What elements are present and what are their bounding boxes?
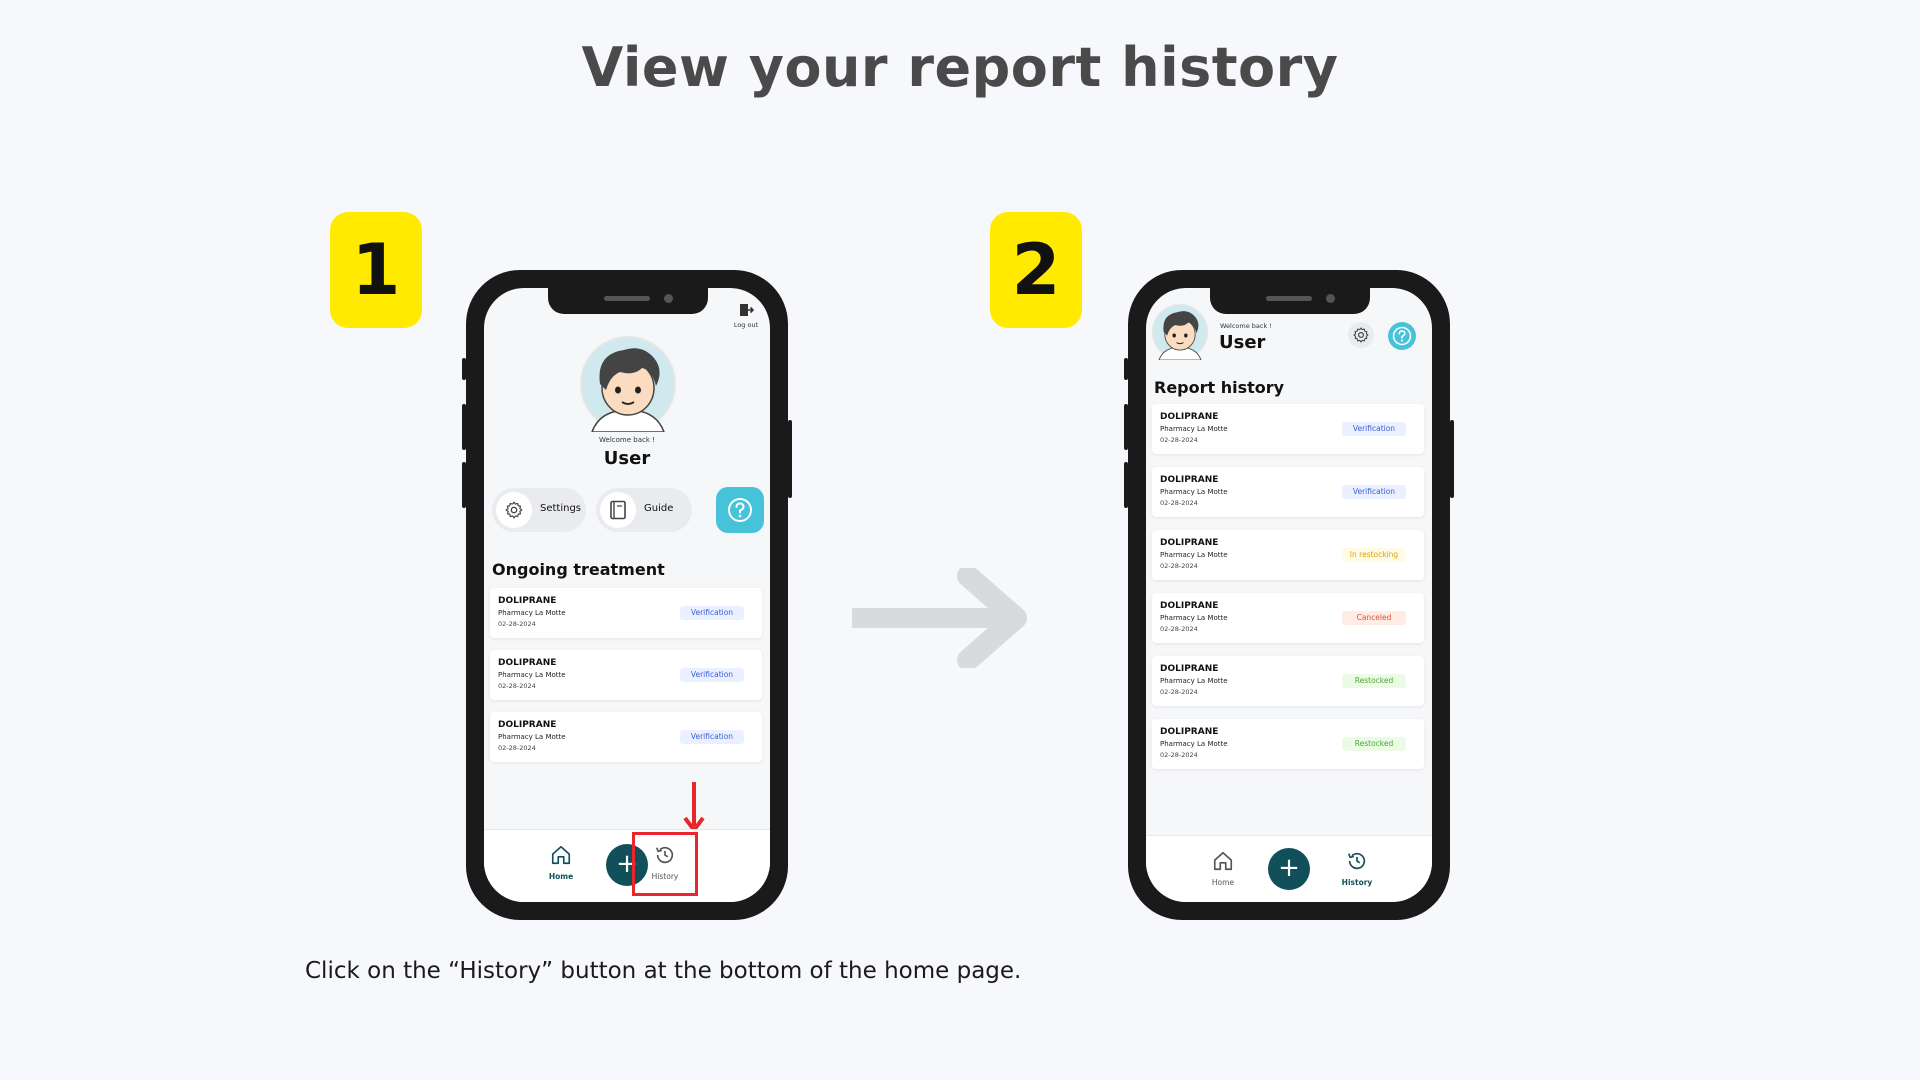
medicine-name: DOLIPRANE xyxy=(498,720,557,730)
tab-history[interactable]: History xyxy=(632,832,702,902)
medicine-name: DOLIPRANE xyxy=(1160,412,1219,422)
settings-button[interactable] xyxy=(1348,322,1374,348)
report-card[interactable]: DOLIPRANE Pharmacy La Motte 02-28-2024 R… xyxy=(1152,656,1424,706)
pharmacy-name: Pharmacy La Motte xyxy=(498,733,566,741)
status-badge: Restocked xyxy=(1342,737,1406,751)
medicine-name: DOLIPRANE xyxy=(498,596,557,606)
username: User xyxy=(1219,332,1266,353)
pharmacy-name: Pharmacy La Motte xyxy=(1160,551,1228,559)
avatar xyxy=(1152,304,1208,360)
status-badge: Verification xyxy=(680,668,744,682)
avatar xyxy=(580,336,676,432)
report-card[interactable]: DOLIPRANE Pharmacy La Motte 02-28-2024 V… xyxy=(1152,467,1424,517)
report-date: 02-28-2024 xyxy=(498,620,536,628)
report-date: 02-28-2024 xyxy=(1160,625,1198,633)
treatment-card[interactable]: DOLIPRANE Pharmacy La Motte 02-28-2024 V… xyxy=(490,712,762,762)
step-badge-1: 1 xyxy=(330,212,422,328)
add-report-button[interactable]: + xyxy=(1268,848,1310,890)
username: User xyxy=(603,448,651,469)
book-icon xyxy=(610,500,626,520)
help-button[interactable] xyxy=(716,487,764,533)
tab-history-label: History xyxy=(651,872,679,881)
tab-bar: Home + History xyxy=(484,829,770,902)
section-title: Report history xyxy=(1154,378,1285,397)
pharmacy-name: Pharmacy La Motte xyxy=(1160,614,1228,622)
home-icon xyxy=(551,845,571,865)
home-icon xyxy=(1213,851,1233,871)
help-icon xyxy=(1392,326,1412,346)
pharmacy-name: Pharmacy La Motte xyxy=(498,671,566,679)
medicine-name: DOLIPRANE xyxy=(1160,601,1219,611)
medicine-name: DOLIPRANE xyxy=(498,658,557,668)
settings-button[interactable]: Settings xyxy=(492,488,586,532)
arrow-down-icon xyxy=(683,782,705,832)
history-icon xyxy=(1347,852,1366,870)
gear-icon xyxy=(1353,327,1369,343)
page-title: View your report history xyxy=(581,36,1339,99)
logout-label: Log out xyxy=(733,321,759,329)
medicine-name: DOLIPRANE xyxy=(1160,727,1219,737)
pharmacy-name: Pharmacy La Motte xyxy=(1160,488,1228,496)
medicine-name: DOLIPRANE xyxy=(1160,475,1219,485)
status-badge: Verification xyxy=(1342,422,1406,436)
report-date: 02-28-2024 xyxy=(1160,562,1198,570)
tab-history[interactable]: History xyxy=(1332,850,1382,887)
logout-icon xyxy=(740,304,755,316)
report-date: 02-28-2024 xyxy=(498,744,536,752)
treatment-card[interactable]: DOLIPRANE Pharmacy La Motte 02-28-2024 V… xyxy=(490,588,762,638)
report-date: 02-28-2024 xyxy=(1160,751,1198,759)
phone-home-screen: Log out Welcome back ! User Settings Gui… xyxy=(462,270,792,920)
section-title: Ongoing treatment xyxy=(492,560,665,579)
status-badge: In restocking xyxy=(1342,548,1406,562)
plus-icon: + xyxy=(1278,853,1300,883)
pharmacy-name: Pharmacy La Motte xyxy=(498,609,566,617)
report-date: 02-28-2024 xyxy=(1160,436,1198,444)
report-date: 02-28-2024 xyxy=(498,682,536,690)
welcome-text: Welcome back ! xyxy=(599,436,655,444)
tab-home[interactable]: Home xyxy=(536,844,586,881)
medicine-name: DOLIPRANE xyxy=(1160,538,1219,548)
step-badge-2: 2 xyxy=(990,212,1082,328)
report-card[interactable]: DOLIPRANE Pharmacy La Motte 02-28-2024 I… xyxy=(1152,530,1424,580)
medicine-name: DOLIPRANE xyxy=(1160,664,1219,674)
tab-history-label: History xyxy=(1341,878,1373,887)
treatment-card[interactable]: DOLIPRANE Pharmacy La Motte 02-28-2024 V… xyxy=(490,650,762,700)
report-date: 02-28-2024 xyxy=(1160,499,1198,507)
report-card[interactable]: DOLIPRANE Pharmacy La Motte 02-28-2024 C… xyxy=(1152,593,1424,643)
instruction-caption: Click on the “History” button at the bot… xyxy=(305,958,1022,984)
pharmacy-name: Pharmacy La Motte xyxy=(1160,740,1228,748)
tab-bar: Home + History xyxy=(1146,835,1432,902)
tab-home-label: Home xyxy=(548,872,574,881)
guide-button[interactable]: Guide xyxy=(596,488,692,532)
status-badge: Verification xyxy=(680,730,744,744)
status-badge: Verification xyxy=(680,606,744,620)
report-date: 02-28-2024 xyxy=(1160,688,1198,696)
settings-label: Settings xyxy=(540,503,582,514)
tab-home[interactable]: Home xyxy=(1198,850,1248,887)
report-card[interactable]: DOLIPRANE Pharmacy La Motte 02-28-2024 V… xyxy=(1152,404,1424,454)
phone-history-screen: Welcome back ! User Report history DOLIP… xyxy=(1124,270,1454,920)
gear-icon xyxy=(505,501,523,519)
status-badge: Verification xyxy=(1342,485,1406,499)
logout-button[interactable]: Log out xyxy=(730,302,762,329)
report-card[interactable]: DOLIPRANE Pharmacy La Motte 02-28-2024 R… xyxy=(1152,719,1424,769)
guide-label: Guide xyxy=(644,503,674,514)
pharmacy-name: Pharmacy La Motte xyxy=(1160,677,1228,685)
welcome-text: Welcome back ! xyxy=(1220,322,1272,330)
help-button[interactable] xyxy=(1388,322,1416,350)
history-icon xyxy=(655,846,674,864)
help-icon xyxy=(728,498,752,522)
arrow-right-icon xyxy=(852,568,1027,668)
pharmacy-name: Pharmacy La Motte xyxy=(1160,425,1228,433)
home-screen: Log out Welcome back ! User Settings Gui… xyxy=(484,288,770,902)
status-badge: Canceled xyxy=(1342,611,1406,625)
status-badge: Restocked xyxy=(1342,674,1406,688)
history-screen: Welcome back ! User Report history DOLIP… xyxy=(1146,288,1432,902)
tab-home-label: Home xyxy=(1211,878,1235,887)
